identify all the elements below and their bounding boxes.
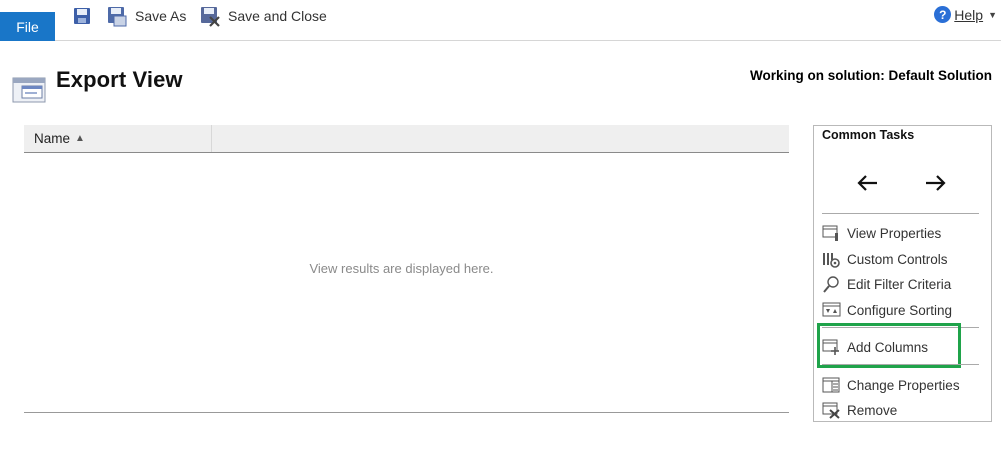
remove-icon xyxy=(822,402,840,419)
task-label: View Properties xyxy=(847,225,942,241)
change-properties-link[interactable]: Change Properties xyxy=(822,374,960,396)
save-button[interactable] xyxy=(72,4,92,28)
common-tasks-panel: Common Tasks View Properties Custom Cont… xyxy=(813,125,992,422)
save-and-close-icon xyxy=(201,7,220,27)
configure-sorting-link[interactable]: Configure Sorting xyxy=(822,299,952,321)
column-header-name[interactable]: Name ▲ xyxy=(24,125,212,152)
file-button[interactable]: File xyxy=(0,12,55,41)
command-ribbon: File Save As Save and Close ? Help ▼ xyxy=(0,0,1001,41)
chevron-down-icon: ▼ xyxy=(988,9,997,20)
empty-results-message: View results are displayed here. xyxy=(309,261,494,276)
grid-header: Name ▲ xyxy=(24,125,789,153)
solution-label: Working on solution: Default Solution xyxy=(750,68,992,83)
help-icon: ? xyxy=(934,6,952,23)
save-and-close-label: Save and Close xyxy=(228,8,327,24)
page-title: Export View xyxy=(56,67,183,92)
view-properties-icon xyxy=(822,225,838,241)
save-as-icon xyxy=(108,7,127,27)
view-icon xyxy=(12,77,46,103)
column-header-label: Name xyxy=(34,131,71,146)
add-columns-highlight xyxy=(817,323,961,368)
custom-controls-link[interactable]: Custom Controls xyxy=(822,248,948,270)
sorting-icon xyxy=(822,302,841,316)
arrow-right-icon[interactable] xyxy=(922,170,948,196)
change-properties-icon xyxy=(822,377,840,392)
task-label: Configure Sorting xyxy=(847,302,953,318)
help-menu[interactable]: ? Help ▼ xyxy=(934,6,997,23)
custom-controls-icon xyxy=(823,252,840,268)
view-properties-link[interactable]: View Properties xyxy=(822,222,941,244)
remove-link[interactable]: Remove xyxy=(822,399,897,421)
save-icon xyxy=(74,8,90,24)
filter-icon xyxy=(823,275,839,293)
view-grid: Name ▲ View results are displayed here. xyxy=(24,125,789,413)
save-as-button[interactable]: Save As xyxy=(106,4,186,28)
save-and-close-button[interactable]: Save and Close xyxy=(199,4,327,28)
task-label: Custom Controls xyxy=(847,251,948,267)
sort-ascending-icon: ▲ xyxy=(75,133,85,144)
task-label: Remove xyxy=(847,402,898,418)
common-tasks-title: Common Tasks xyxy=(822,128,915,142)
divider xyxy=(822,364,979,365)
arrow-left-icon[interactable] xyxy=(855,170,881,196)
task-label: Change Properties xyxy=(847,377,960,393)
task-label: Edit Filter Criteria xyxy=(847,276,952,292)
save-as-label: Save As xyxy=(135,8,187,24)
edit-filter-criteria-link[interactable]: Edit Filter Criteria xyxy=(822,273,951,295)
help-label: Help xyxy=(954,6,984,23)
divider xyxy=(822,213,979,214)
